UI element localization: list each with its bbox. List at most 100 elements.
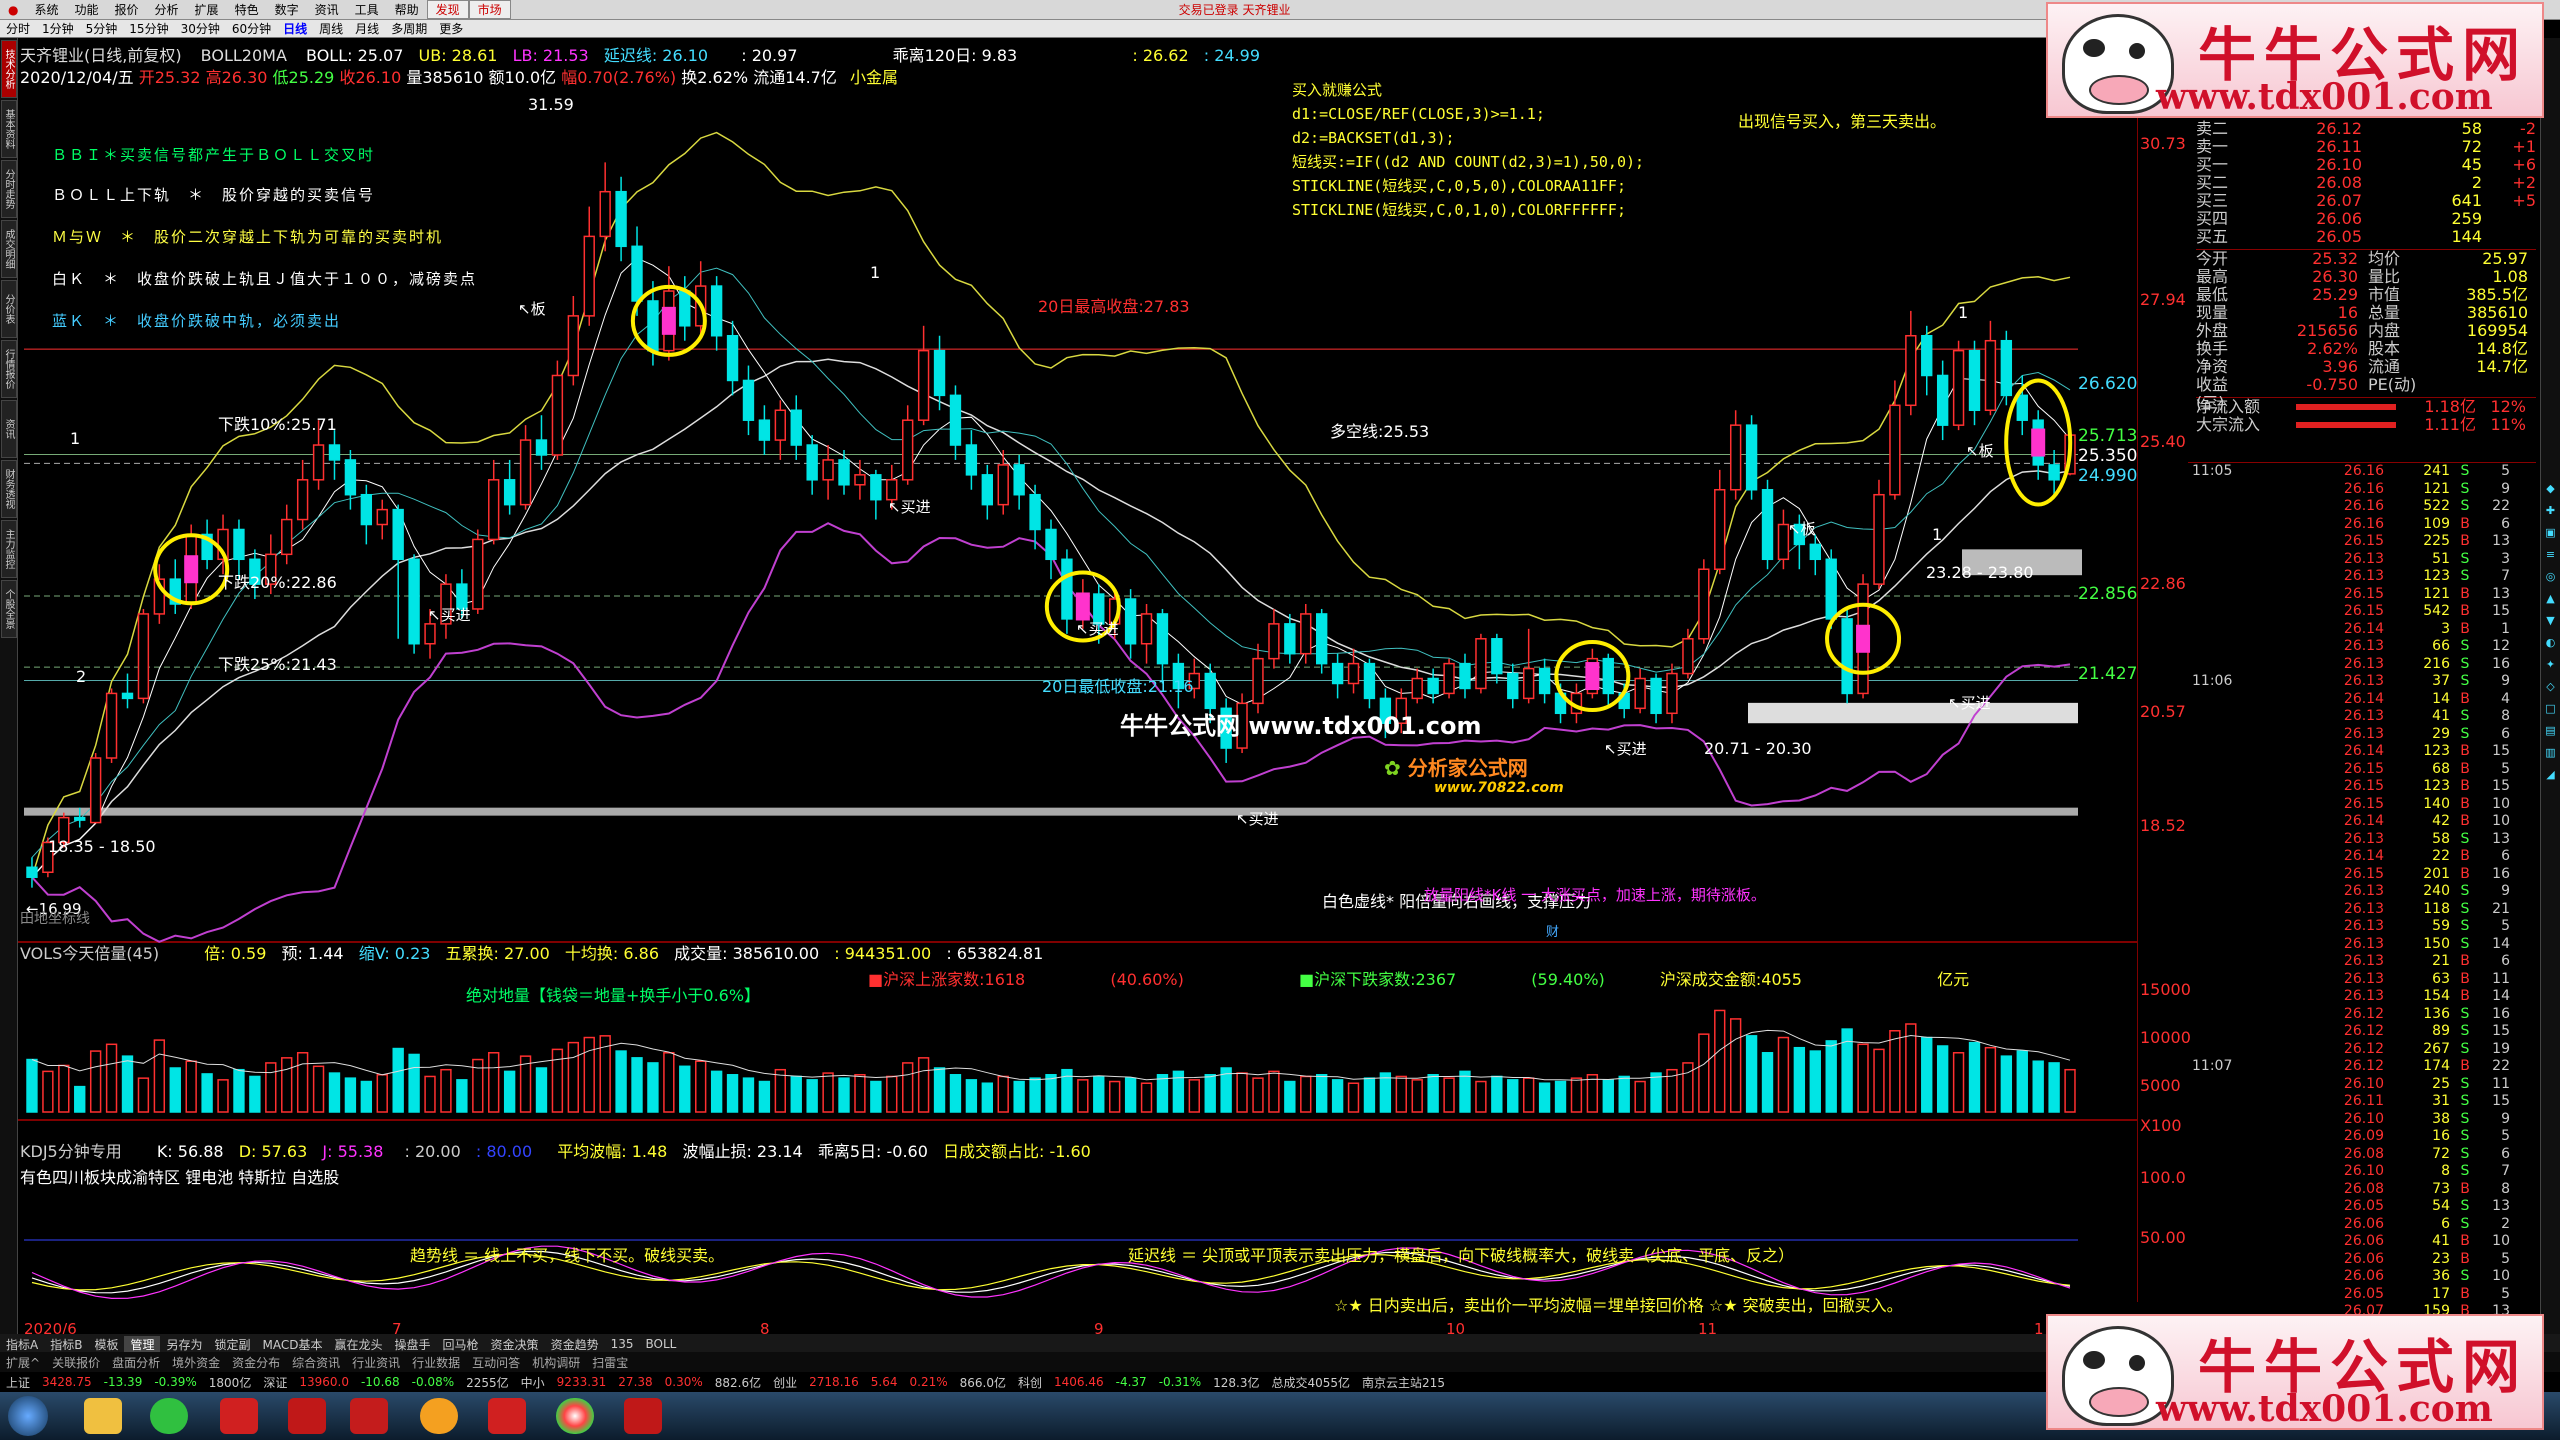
- folder-icon[interactable]: [84, 1398, 122, 1434]
- info-tab[interactable]: 扫雷宝: [586, 1354, 634, 1371]
- app-icon-5[interactable]: [488, 1398, 526, 1434]
- period-more[interactable]: 更多: [433, 20, 469, 37]
- low20-label: 20日最低收盘:21.16: [1042, 677, 1194, 696]
- tick-price: 26.13: [2343, 725, 2384, 742]
- period-30min[interactable]: 30分钟: [175, 20, 226, 37]
- period-day[interactable]: 日线: [277, 20, 313, 37]
- tick-panel[interactable]: 11:05 26.16 241 S 5 26.16 121 S 9 26.16 522 S 22 26.1…: [2188, 462, 2536, 1368]
- indicator-name[interactable]: BOLL20MA: [201, 46, 287, 65]
- tab-discover[interactable]: 发现: [426, 0, 469, 19]
- menu-item-help[interactable]: 帮助: [387, 1, 427, 18]
- app-icon-4[interactable]: [420, 1398, 458, 1434]
- bid-row[interactable]: 卖二 26.12 58 -2: [2196, 120, 2536, 138]
- menu-item-system[interactable]: 系统: [26, 1, 66, 18]
- menu-item-news[interactable]: 资讯: [307, 1, 347, 18]
- info-tab[interactable]: 关联报价: [46, 1354, 106, 1371]
- stat-value: 3.96: [2322, 357, 2358, 376]
- indicator-tab[interactable]: 另存为: [160, 1336, 208, 1353]
- indicator-tab[interactable]: 模板: [88, 1336, 124, 1353]
- rail-tick[interactable]: 分时走势: [1, 160, 17, 218]
- tick-row: 26.15 201 B 16: [2188, 866, 2536, 884]
- period-week[interactable]: 周线: [313, 20, 349, 37]
- menu-item-function[interactable]: 功能: [67, 1, 107, 18]
- period-60min[interactable]: 60分钟: [226, 20, 277, 37]
- info-tab[interactable]: 境外资金: [166, 1354, 226, 1371]
- indicator-tab[interactable]: 管理: [124, 1335, 161, 1353]
- tab-market[interactable]: 市场: [468, 0, 511, 19]
- rail-pricetable[interactable]: 分价表: [1, 280, 17, 338]
- rail-tech[interactable]: 技术分析: [1, 40, 17, 98]
- candle-body: [1315, 613, 1328, 665]
- bid-row[interactable]: 买四 26.06 259: [2196, 210, 2536, 228]
- period-1min[interactable]: 1分钟: [36, 20, 80, 37]
- windows-start-icon[interactable]: [8, 1396, 48, 1436]
- period-5min[interactable]: 5分钟: [80, 20, 124, 37]
- indicator-tab[interactable]: 135: [605, 1337, 640, 1351]
- rail-finance[interactable]: 财务透视: [1, 460, 17, 518]
- rail-news[interactable]: 资讯: [1, 400, 17, 458]
- tick-row: 26.10 25 S 11: [2188, 1076, 2536, 1094]
- menu-item-extend[interactable]: 扩展: [187, 1, 227, 18]
- period-15min[interactable]: 15分钟: [123, 20, 174, 37]
- volume-bar: [1873, 1048, 1885, 1113]
- tick-count: 7: [2501, 568, 2510, 584]
- rail-quote[interactable]: 行情报价: [1, 340, 17, 398]
- candle-body: [1507, 672, 1519, 700]
- bid-row[interactable]: 买五 26.05 144: [2196, 228, 2536, 246]
- bid-row[interactable]: 卖一 26.11 72 +1: [2196, 138, 2536, 156]
- tick-count: 15: [2492, 1023, 2510, 1039]
- indicator-tab[interactable]: 操盘手: [389, 1336, 437, 1353]
- info-tab[interactable]: 扩展^: [0, 1354, 46, 1371]
- rail-deal[interactable]: 成交明细: [1, 220, 17, 278]
- info-tab[interactable]: 机构调研: [526, 1354, 586, 1371]
- menu-item-special[interactable]: 特色: [227, 1, 267, 18]
- info-tab[interactable]: 综合资讯: [286, 1354, 346, 1371]
- indicator-tab[interactable]: 资金趋势: [545, 1336, 605, 1353]
- tick-count: 1: [2501, 620, 2510, 637]
- support-zone: [1748, 702, 2078, 724]
- app-icon-2[interactable]: [288, 1398, 326, 1434]
- candle-body: [1013, 464, 1025, 496]
- vol-title[interactable]: VOLS今天倍量(45): [20, 944, 159, 963]
- wechat-icon[interactable]: [150, 1398, 188, 1434]
- app-icon-3[interactable]: [350, 1398, 388, 1434]
- app-icon-1[interactable]: [220, 1398, 258, 1434]
- indicator-tab[interactable]: 指标A: [0, 1336, 44, 1353]
- indicator-tab[interactable]: 锁定副: [209, 1336, 257, 1353]
- kline-chart[interactable]: 20日最高收盘:27.83 20日最低收盘:21.16 多空线:25.53 下跌10%…: [18, 82, 2138, 1302]
- indicator-tab[interactable]: 赢在龙头: [329, 1336, 389, 1353]
- indicator-tab[interactable]: 回马枪: [437, 1336, 485, 1353]
- volume-bar: [1443, 1077, 1455, 1113]
- tool-icons[interactable]: ◆ ✚ ▣ ≡ ◎ ▲ ▼ ◐ ✦ ◇ □ ▤ ▥ ◢: [2541, 478, 2560, 786]
- rail-monitor[interactable]: 主力监控: [1, 520, 17, 578]
- info-tab[interactable]: 互动问答: [466, 1354, 526, 1371]
- info-tab[interactable]: 资金分布: [226, 1354, 286, 1371]
- indicator-tab[interactable]: MACD基本: [257, 1336, 329, 1353]
- info-tab[interactable]: 行业数据: [406, 1354, 466, 1371]
- info-tab[interactable]: 盘面分析: [106, 1354, 166, 1371]
- bid-change: +2: [2512, 173, 2536, 192]
- bid-row[interactable]: 买二 26.08 2 +2: [2196, 174, 2536, 192]
- menu-item-analysis[interactable]: 分析: [147, 1, 187, 18]
- candle-body: [472, 538, 484, 610]
- rail-basic[interactable]: 基本资料: [1, 100, 17, 158]
- menu-item-tools[interactable]: 工具: [347, 1, 387, 18]
- indicator-tab[interactable]: BOLL: [639, 1337, 682, 1351]
- tick-time: [2188, 1286, 2254, 1304]
- menu-item-quote[interactable]: 报价: [107, 1, 147, 18]
- period-multi[interactable]: 多周期: [385, 20, 433, 37]
- menu-item-digital[interactable]: 数字: [267, 1, 307, 18]
- info-tab[interactable]: 行业资讯: [346, 1354, 406, 1371]
- period-month[interactable]: 月线: [349, 20, 385, 37]
- chrome-icon[interactable]: [556, 1398, 594, 1434]
- app-icon-6[interactable]: [624, 1398, 662, 1434]
- volume-bar: [583, 1036, 595, 1113]
- bid-row[interactable]: 买一 26.10 45 +6: [2196, 156, 2536, 174]
- indicator-tab[interactable]: 资金决策: [485, 1336, 545, 1353]
- bid-row[interactable]: 买三 26.07 641 +5: [2196, 192, 2536, 210]
- period-tick[interactable]: 分时: [0, 20, 36, 37]
- rail-panorama[interactable]: 个股全景: [1, 580, 17, 638]
- indicator-tab[interactable]: 指标B: [44, 1336, 88, 1353]
- bid-label: 买三: [2196, 191, 2229, 210]
- kdj-title[interactable]: KDJ5分钟专用: [20, 1142, 122, 1161]
